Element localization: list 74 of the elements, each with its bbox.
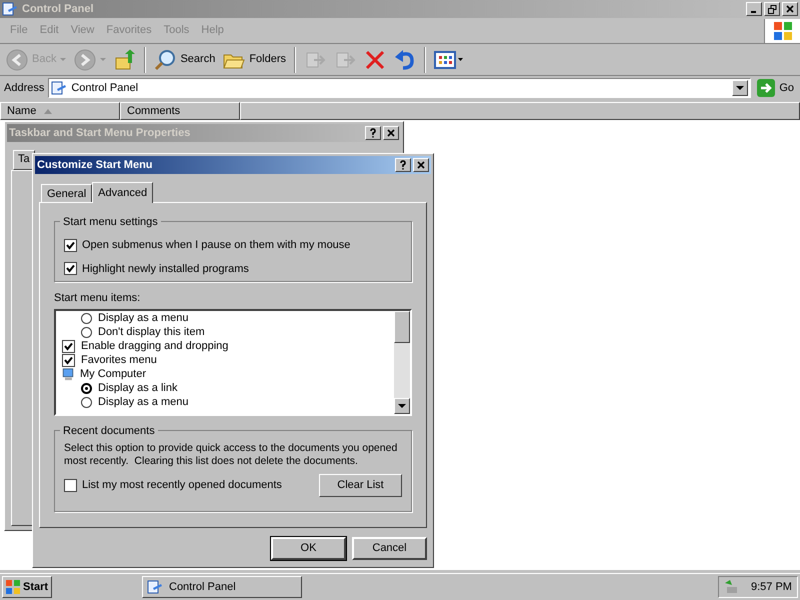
address-field[interactable]: Control Panel xyxy=(48,78,752,98)
control-panel-icon xyxy=(147,579,163,595)
close-button[interactable] xyxy=(413,158,429,172)
dropdown-arrow-icon xyxy=(736,86,744,90)
control-panel-icon xyxy=(2,1,18,17)
windows-logo-icon xyxy=(772,20,792,40)
delete-icon xyxy=(364,48,386,70)
clear-list-button[interactable]: Clear List xyxy=(319,474,402,496)
dropdown-arrow-icon xyxy=(100,58,106,62)
checkbox[interactable] xyxy=(62,354,75,367)
search-icon xyxy=(154,48,176,70)
close-icon xyxy=(417,161,425,169)
control-panel-icon xyxy=(51,80,68,96)
item-heading: My Computer xyxy=(80,367,146,382)
checkbox[interactable] xyxy=(64,262,77,276)
checkbox-label: List my most recently opened documents xyxy=(82,478,282,493)
option-label: Display as a menu xyxy=(98,311,188,326)
minimize-button[interactable] xyxy=(746,2,762,16)
close-button[interactable] xyxy=(383,126,399,140)
radio-button[interactable] xyxy=(81,383,92,394)
windows-logo-icon xyxy=(5,579,21,595)
dialog-button[interactable]: Cancel xyxy=(352,537,427,560)
folder-up-icon xyxy=(114,48,136,70)
folders-button[interactable]: Folders xyxy=(221,48,288,70)
radio-button[interactable] xyxy=(81,327,92,338)
clock: 9:57 PM xyxy=(751,580,792,595)
network-icon xyxy=(723,579,739,595)
checkbox-label: Open submenus when I pause on them with my mouse xyxy=(82,238,350,253)
scrollbar[interactable] xyxy=(394,310,410,414)
scroll-down-button[interactable] xyxy=(394,398,410,414)
search-button[interactable]: Search xyxy=(152,48,218,70)
scroll-thumb[interactable] xyxy=(394,310,410,342)
column-header[interactable]: Comments xyxy=(120,102,240,120)
dialog-button[interactable]: OK xyxy=(271,537,346,560)
option-label: Favorites menu xyxy=(81,353,157,368)
dropdown-button[interactable] xyxy=(732,80,748,96)
undo-icon xyxy=(394,48,416,70)
restore-icon xyxy=(768,4,776,14)
down-arrow-icon xyxy=(398,404,406,408)
checkbox[interactable] xyxy=(64,478,77,492)
address-label: Address xyxy=(4,80,44,96)
sort-arrow-icon xyxy=(44,108,52,114)
help-icon xyxy=(369,128,377,138)
radio-button[interactable] xyxy=(81,397,92,408)
checkbox-label: Highlight newly installed programs xyxy=(82,262,249,276)
restore-button[interactable] xyxy=(764,2,780,16)
tab[interactable]: General xyxy=(41,184,92,202)
dropdown-arrow-icon xyxy=(60,58,66,62)
close-icon xyxy=(786,5,794,13)
computer-icon xyxy=(62,368,74,381)
window-title: Control Panel xyxy=(22,2,95,17)
list-label: Start menu items: xyxy=(54,291,142,306)
close-icon xyxy=(387,129,395,137)
description-text: Select this option to provide quick access to the documents you opened most recently. Clearing this list does not delete the documents. xyxy=(64,442,398,468)
taskbar-task[interactable]: Control Panel xyxy=(142,576,302,598)
help-button[interactable] xyxy=(395,158,411,172)
option-label: Enable dragging and dropping xyxy=(81,339,228,354)
views-icon xyxy=(434,50,464,70)
tab[interactable]: Advanced xyxy=(92,182,154,203)
dialog-title: Taskbar and Start Menu Properties xyxy=(9,126,192,141)
radio-button[interactable] xyxy=(81,313,92,324)
dialog-title: Customize Start Menu xyxy=(37,158,154,173)
go-button[interactable]: Go xyxy=(755,79,796,97)
option-label: Display as a menu xyxy=(98,395,188,410)
checkbox[interactable] xyxy=(62,340,75,353)
option-label: Display as a link xyxy=(98,381,178,396)
help-button[interactable] xyxy=(365,126,381,140)
help-icon xyxy=(399,160,407,170)
option-label: Don't display this item xyxy=(98,325,205,340)
close-button[interactable] xyxy=(782,2,798,16)
start-button[interactable]: Start xyxy=(2,576,52,598)
group-title: Start menu settings xyxy=(60,214,161,230)
checkbox[interactable] xyxy=(64,238,77,252)
column-header[interactable]: Name xyxy=(0,102,120,120)
